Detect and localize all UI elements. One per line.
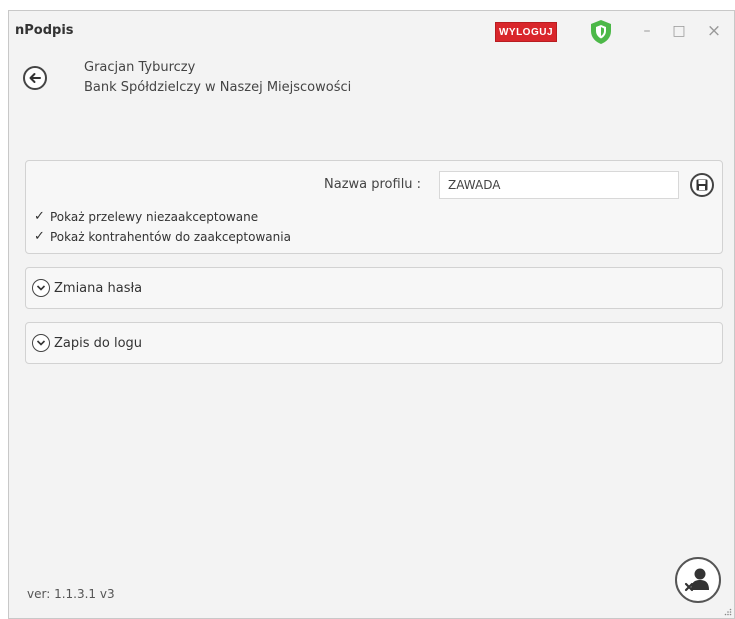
user-name: Gracjan Tyburczy: [84, 60, 196, 75]
chevron-down-icon: [32, 334, 50, 352]
logout-button[interactable]: WYLOGUJ: [495, 22, 557, 42]
show-contractors-to-accept-checkbox[interactable]: ✓ Pokaż kontrahentów do zaakceptowania: [34, 229, 291, 244]
profile-name-label: Nazwa profilu :: [324, 177, 422, 192]
save-button[interactable]: [690, 173, 714, 197]
show-unaccepted-transfers-checkbox[interactable]: ✓ Pokaż przelewy niezaakceptowane: [34, 209, 258, 224]
chevron-down-icon: [32, 279, 50, 297]
back-button[interactable]: [23, 66, 47, 90]
remove-user-button[interactable]: [675, 557, 721, 603]
section-title: Zapis do logu: [54, 335, 143, 351]
app-window: nPodpis WYLOGUJ – □ × Gracjan Tyburczy B…: [8, 10, 735, 619]
profile-panel: Nazwa profilu : ✓ Pokaż przelewy niezaak…: [25, 160, 723, 254]
arrow-left-icon: [29, 73, 41, 83]
bank-name: Bank Spółdzielczy w Naszej Miejscowości: [84, 80, 352, 95]
user-remove-icon: [684, 568, 709, 592]
close-button[interactable]: ×: [704, 23, 724, 40]
minimize-button[interactable]: –: [637, 23, 657, 39]
checkmark-icon: ✓: [34, 229, 45, 244]
shield-icon[interactable]: [589, 19, 613, 45]
app-title: nPodpis: [15, 23, 74, 38]
log-section[interactable]: Zapis do logu: [25, 322, 723, 364]
section-title: Zmiana hasła: [54, 280, 143, 296]
checkmark-icon: ✓: [34, 209, 45, 224]
title-bar: nPodpis WYLOGUJ – □ ×: [9, 11, 734, 51]
checkbox-label: Pokaż przelewy niezaakceptowane: [50, 209, 259, 224]
version-label: ver: 1.1.3.1 v3: [27, 587, 115, 601]
resize-grip-icon[interactable]: [724, 608, 732, 616]
checkbox-label: Pokaż kontrahentów do zaakceptowania: [50, 229, 291, 244]
maximize-button[interactable]: □: [669, 23, 689, 39]
floppy-disk-icon: [696, 179, 708, 191]
profile-name-input[interactable]: [439, 171, 679, 199]
change-password-section[interactable]: Zmiana hasła: [25, 267, 723, 309]
